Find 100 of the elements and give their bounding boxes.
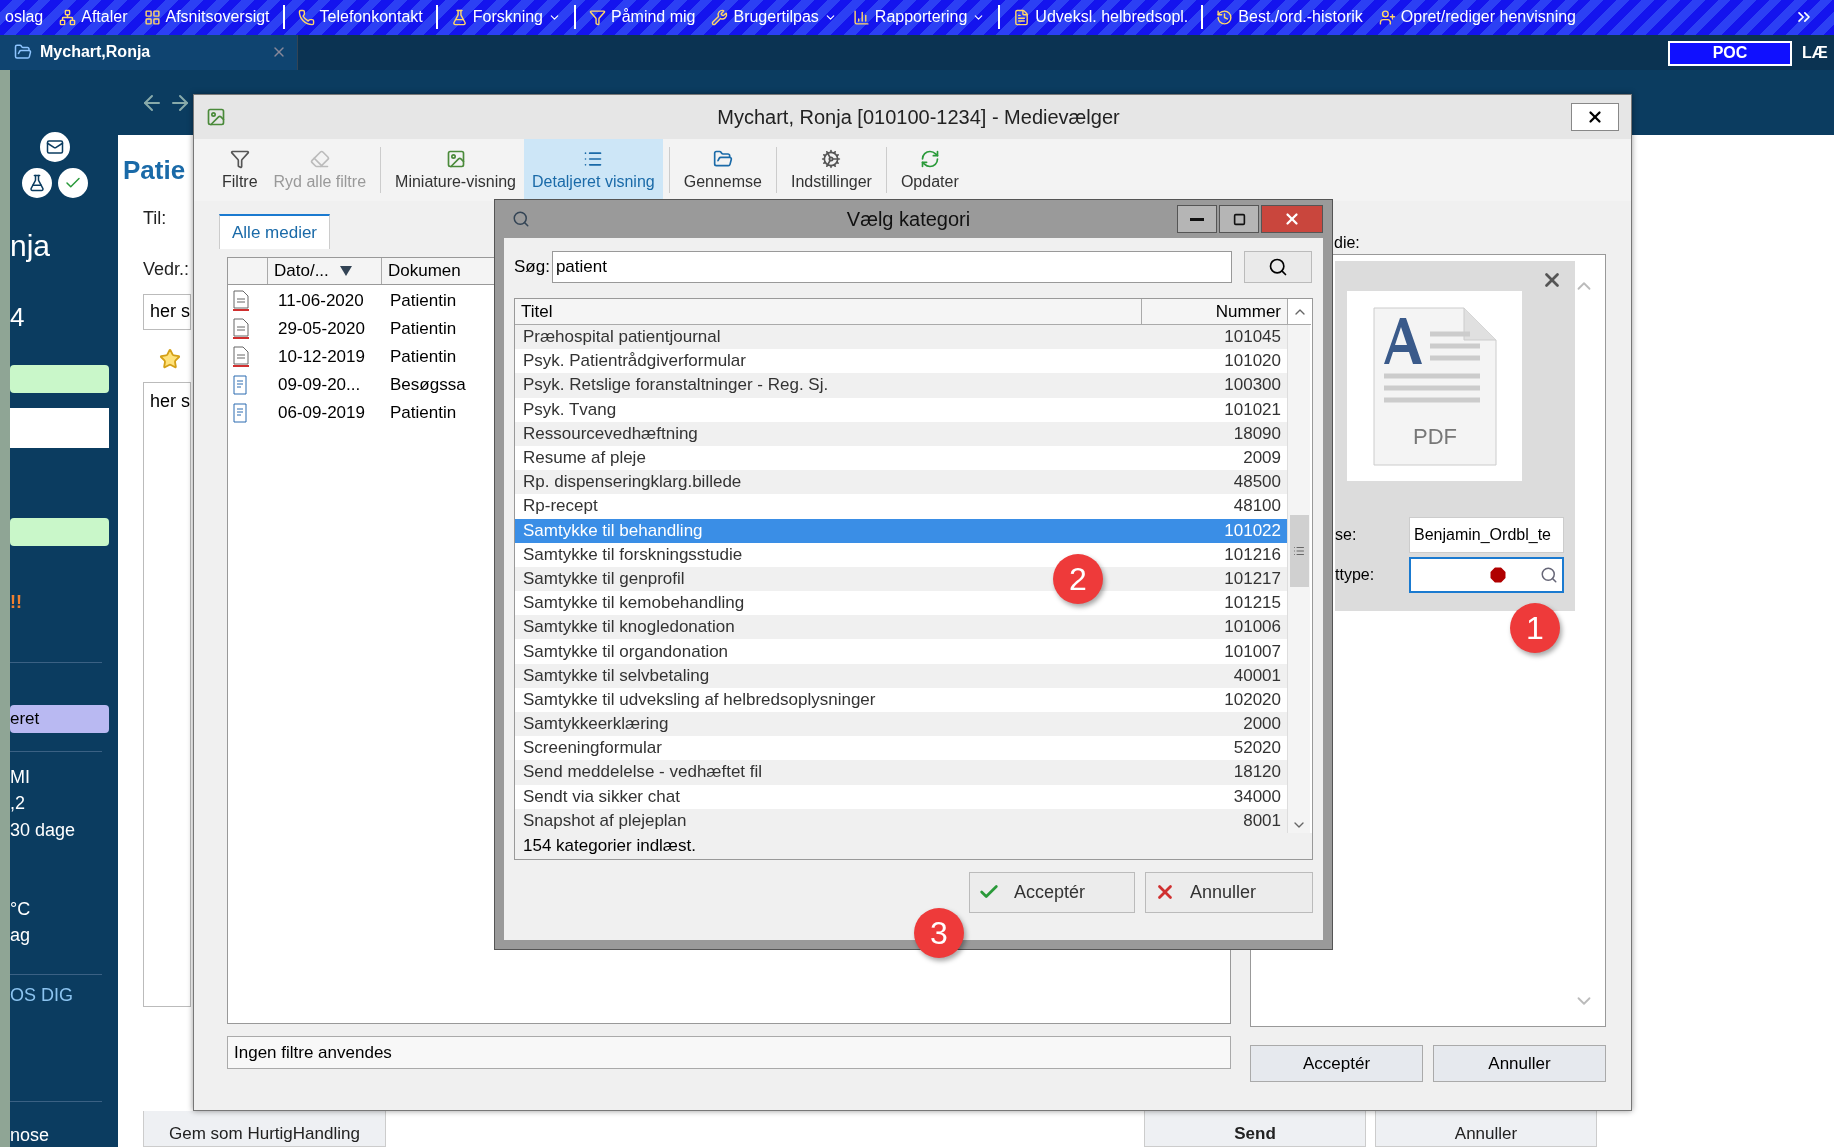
list-row[interactable]: Psyk. Retslige foranstaltninger - Reg. Sj. 100300 — [515, 373, 1287, 398]
list-row[interactable]: Samtykkeerklæring 2000 — [515, 712, 1287, 737]
close-button[interactable] — [1571, 103, 1619, 131]
table-cell-text: Patientin — [389, 347, 458, 367]
action-button[interactable]: Gem som HurtigHandling — [143, 1111, 386, 1147]
sort-icon — [338, 265, 353, 277]
maximize-icon — [1232, 212, 1246, 226]
search-label: Søg: — [514, 257, 550, 277]
sidebar-link[interactable]: OS DIG — [10, 984, 118, 1007]
toolbar-button[interactable]: Detaljeret visning — [524, 139, 663, 201]
action-button[interactable]: Send — [1144, 1111, 1366, 1147]
scroll-thumb[interactable] — [1289, 514, 1309, 587]
filter-icon — [589, 8, 606, 26]
toolbar-button[interactable]: Indstillinger — [783, 139, 880, 201]
toolbar-item[interactable]: Udveksl. helbredsopl. — [1010, 2, 1192, 33]
minimize-icon — [1190, 217, 1204, 221]
list-row[interactable]: Ressourcevedhæftning 18090 — [515, 421, 1287, 446]
to-label: Til: — [143, 208, 167, 230]
table-cell-text: 11-06-2020 — [277, 291, 365, 311]
field-label: ttype: — [1335, 566, 1376, 584]
search-icon — [1540, 566, 1558, 584]
column-header[interactable]: Titel — [515, 299, 1142, 325]
input-field[interactable]: Benjamin_Ordbl_te — [1409, 517, 1564, 553]
toolbar-item[interactable]: Aftaler — [56, 2, 131, 33]
folder-icon — [712, 149, 733, 169]
toolbar-item[interactable]: Rapportering — [849, 2, 989, 33]
toolbar-item[interactable]: oslag — [2, 2, 47, 33]
column-header[interactable]: Nummer — [1142, 299, 1288, 325]
search-icon — [1267, 257, 1288, 277]
close-icon — [1586, 108, 1604, 126]
window-title: Mychart, Ronja [010100-1234] - Medievælger — [716, 105, 1121, 129]
list-icon — [583, 149, 604, 169]
search-field[interactable]: patient — [551, 251, 1232, 283]
toolbar-item[interactable]: Brugertilpas — [708, 2, 840, 33]
field-label: die: — [1334, 234, 1361, 253]
toolbar-button[interactable]: Filtre — [214, 139, 266, 201]
dialog-button[interactable]: Annuller — [1145, 871, 1313, 913]
toolbar-item[interactable]: Opret/rediger henvisning — [1375, 2, 1579, 33]
toolbar-item[interactable]: Telefonkontakt — [294, 2, 426, 33]
tab[interactable]: Alle medier — [219, 214, 331, 249]
minimize-button[interactable] — [1177, 205, 1217, 233]
dialog-button[interactable]: Acceptér — [969, 871, 1135, 913]
sidebar-text: nja — [10, 228, 52, 265]
list-row[interactable]: Snapshot af plejeplan 8001 — [515, 808, 1287, 833]
sidebar-text: 4 — [10, 302, 26, 334]
filter-icon — [229, 149, 250, 169]
toolbar-button[interactable]: Opdater — [892, 139, 967, 201]
table-cell-text: Patientin — [389, 319, 458, 339]
image-icon — [206, 107, 226, 127]
tab-label[interactable]: LÆ — [1792, 34, 1834, 71]
list-row[interactable]: Samtykke til selvbetaling 40001 — [515, 663, 1287, 688]
list-row[interactable]: Præhospital patientjournal 101045 — [515, 325, 1287, 350]
toolbar-item[interactable]: Best./ord.-historik — [1213, 2, 1366, 33]
flask-icon — [450, 8, 468, 26]
sidebar-text: ,2 — [10, 793, 26, 816]
regarding-label: Vedr.: — [143, 259, 190, 281]
dialog-button[interactable]: Acceptér — [1250, 1045, 1423, 1082]
dialog-button[interactable]: Annuller — [1433, 1045, 1606, 1082]
refresh-icon — [919, 149, 940, 169]
table-cell-text: 09-09-20... — [277, 375, 362, 395]
column-header[interactable]: Dato/... — [268, 258, 382, 284]
toolbar-button[interactable]: Miniature-visning — [387, 139, 524, 201]
filter-status: Ingen filtre anvendes — [227, 1036, 1231, 1069]
bar-chart-icon — [852, 8, 870, 26]
person-icon — [1378, 8, 1396, 26]
action-button[interactable]: Annuller — [1375, 1111, 1597, 1147]
star-icon[interactable] — [159, 348, 181, 371]
toolbar-item[interactable]: Afsnitsoversigt — [140, 2, 273, 33]
patient-tab[interactable]: Mychart,Ronja — [0, 34, 298, 71]
table-cell-text: Patientin — [389, 291, 458, 311]
table-cell-text: 10-12-2019 — [277, 347, 366, 367]
sidebar-text: °C — [10, 898, 32, 921]
table-cell-text: Patientin — [389, 403, 458, 423]
sidebar-text: !! — [10, 592, 23, 614]
toolbar-button[interactable]: Gennemse — [675, 139, 770, 201]
sidebar-tag: eret — [10, 704, 109, 733]
cogs-icon — [821, 149, 842, 169]
sidebar-text: nose — [10, 1125, 51, 1147]
search-button[interactable] — [1243, 251, 1312, 283]
search-icon — [512, 210, 530, 228]
wrench-icon — [711, 8, 729, 26]
note-icon — [232, 375, 248, 395]
list-row[interactable]: Samtykke til knogledonation 101006 — [515, 615, 1287, 640]
close-icon — [1283, 210, 1301, 228]
list-row[interactable]: Rp. dispenseringklarg.billede 48500 — [515, 470, 1287, 495]
panel-title: Patie — [123, 155, 186, 187]
grid-icon — [143, 8, 161, 26]
list-row[interactable]: Send meddelelse - vedhæftet fil 18120 — [515, 760, 1287, 785]
regarding-field[interactable]: her s — [143, 294, 191, 331]
input-field[interactable] — [1409, 557, 1564, 593]
close-button[interactable] — [1261, 205, 1323, 233]
toolbar-item[interactable]: Påmind mig — [586, 2, 699, 33]
toolbar-item[interactable]: Forskning — [447, 2, 564, 33]
message-field[interactable]: her s — [143, 382, 191, 1008]
environment-badge: POC — [1668, 40, 1792, 66]
table-cell-text: 29-05-2020 — [277, 319, 366, 339]
eraser-icon — [309, 149, 330, 169]
table-cell-text: 06-09-2019 — [277, 403, 366, 423]
folder-icon — [14, 43, 32, 62]
maximize-button[interactable] — [1219, 205, 1259, 233]
